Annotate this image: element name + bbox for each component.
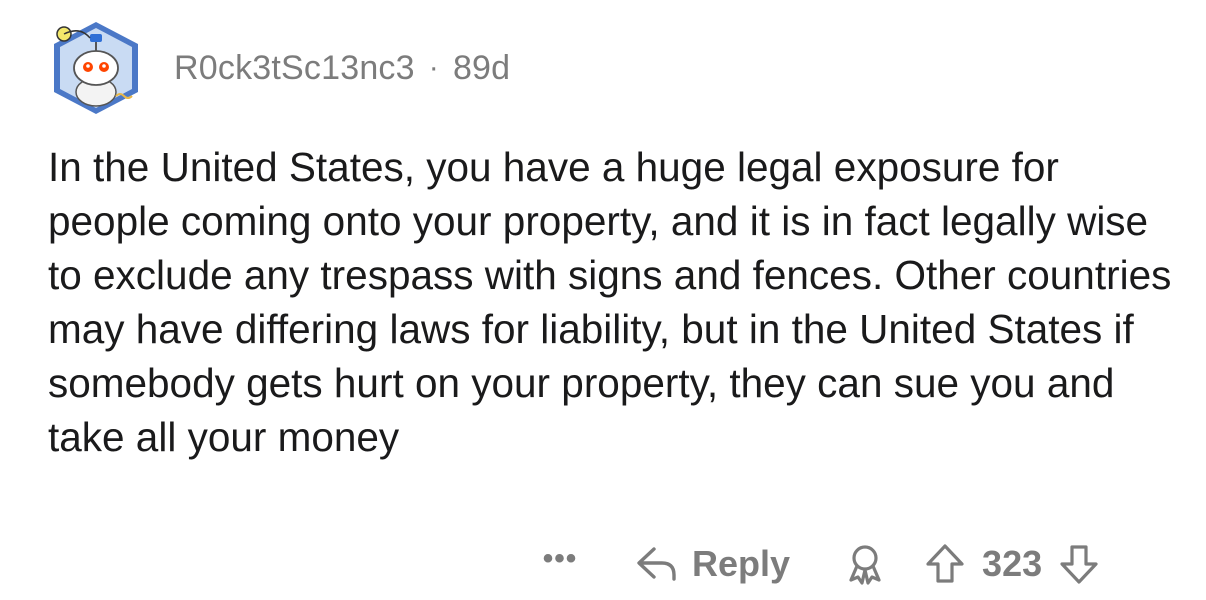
comment-actions: ••• Reply 323 <box>530 534 1100 594</box>
comment-body: In the United States, you have a huge le… <box>48 144 1172 460</box>
vote-score: 323 <box>982 543 1043 584</box>
comment-meta: R0ck3tSc13nc3 · 89d <box>174 49 510 88</box>
reply-label: Reply <box>692 543 791 584</box>
snoo-avatar-icon[interactable] <box>50 18 142 118</box>
comment-header: R0ck3tSc13nc3 · 89d <box>50 18 510 118</box>
reply-arrow-icon <box>637 547 676 581</box>
comment-age: 89d <box>452 48 511 87</box>
more-options-button[interactable]: ••• <box>530 542 590 576</box>
upvote-arrow-icon[interactable] <box>924 541 966 587</box>
downvote-arrow-icon[interactable] <box>1058 541 1100 587</box>
award-icon[interactable] <box>842 541 888 587</box>
reply-button[interactable]: Reply <box>634 541 790 587</box>
author-name[interactable]: R0ck3tSc13nc3 <box>174 49 415 88</box>
meta-separator: · <box>428 51 439 84</box>
comment: R0ck3tSc13nc3 · 89d In the United States… <box>0 0 1206 600</box>
